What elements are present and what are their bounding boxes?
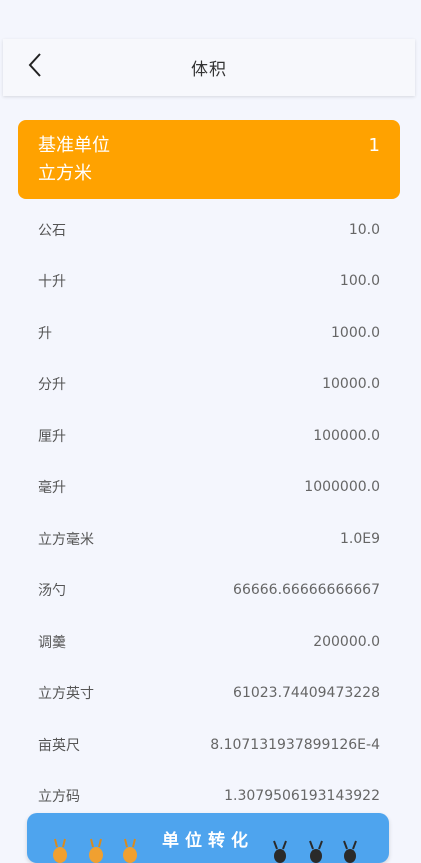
list-item[interactable]: 亩英尺 8.107131937899126E-4 [0,719,421,771]
status-bar [0,0,421,38]
unit-name: 公石 [38,222,66,239]
unit-list: 公石 10.0 十升 100.0 升 1000.0 分升 10000.0 厘升 … [0,204,421,822]
unit-name: 立方毫米 [38,531,94,548]
dark-figure-icon [273,840,287,863]
base-unit-name: 立方米 [38,163,92,184]
unit-value: 10000.0 [322,376,380,393]
unit-name: 分升 [38,377,66,394]
base-unit-value: 1 [368,135,380,156]
unit-value: 1.3079506193143922 [224,788,380,805]
unit-value: 1000.0 [331,324,380,341]
unit-name: 厘升 [38,428,66,445]
unit-name: 立方英寸 [38,686,94,703]
list-item[interactable]: 立方英寸 61023.74409473228 [0,668,421,720]
unit-value: 100.0 [339,273,380,290]
dark-figure-icon [343,840,357,863]
chevron-left-icon [27,52,43,82]
unit-value: 8.107131937899126E-4 [210,736,380,753]
unit-value: 66666.66666666667 [233,582,380,599]
back-button[interactable] [17,47,53,87]
unit-name: 十升 [38,274,66,291]
unit-value: 1000000.0 [304,479,380,496]
header-bar: 体积 [3,39,415,96]
base-unit-label: 基准单位 [38,135,110,156]
page-title: 体积 [191,60,227,80]
unit-name: 调羹 [38,634,66,651]
unit-value: 61023.74409473228 [233,685,380,702]
unit-convert-label: 单位转化 [162,831,254,851]
unit-name: 亩英尺 [38,737,80,754]
list-item[interactable]: 汤勺 66666.66666666667 [0,565,421,617]
unit-name: 立方码 [38,789,80,806]
unit-convert-button[interactable]: 单位转化 [27,813,389,863]
list-item[interactable]: 毫升 1000000.0 [0,462,421,514]
dark-figure-icon [309,840,323,863]
unit-value: 200000.0 [313,633,380,650]
unit-name: 毫升 [38,480,66,497]
unit-name: 升 [38,325,52,342]
unit-value: 100000.0 [313,427,380,444]
unit-name: 汤勺 [38,583,66,600]
unit-value: 1.0E9 [339,530,380,547]
list-item[interactable]: 立方毫米 1.0E9 [0,513,421,565]
list-item[interactable]: 升 1000.0 [0,307,421,359]
list-item[interactable]: 公石 10.0 [0,204,421,256]
unit-value: 10.0 [348,221,380,238]
list-item[interactable]: 分升 10000.0 [0,359,421,411]
base-unit-card: 基准单位 1 立方米 [18,120,400,199]
list-item[interactable]: 十升 100.0 [0,256,421,308]
list-item[interactable]: 调羹 200000.0 [0,616,421,668]
list-item[interactable]: 厘升 100000.0 [0,410,421,462]
